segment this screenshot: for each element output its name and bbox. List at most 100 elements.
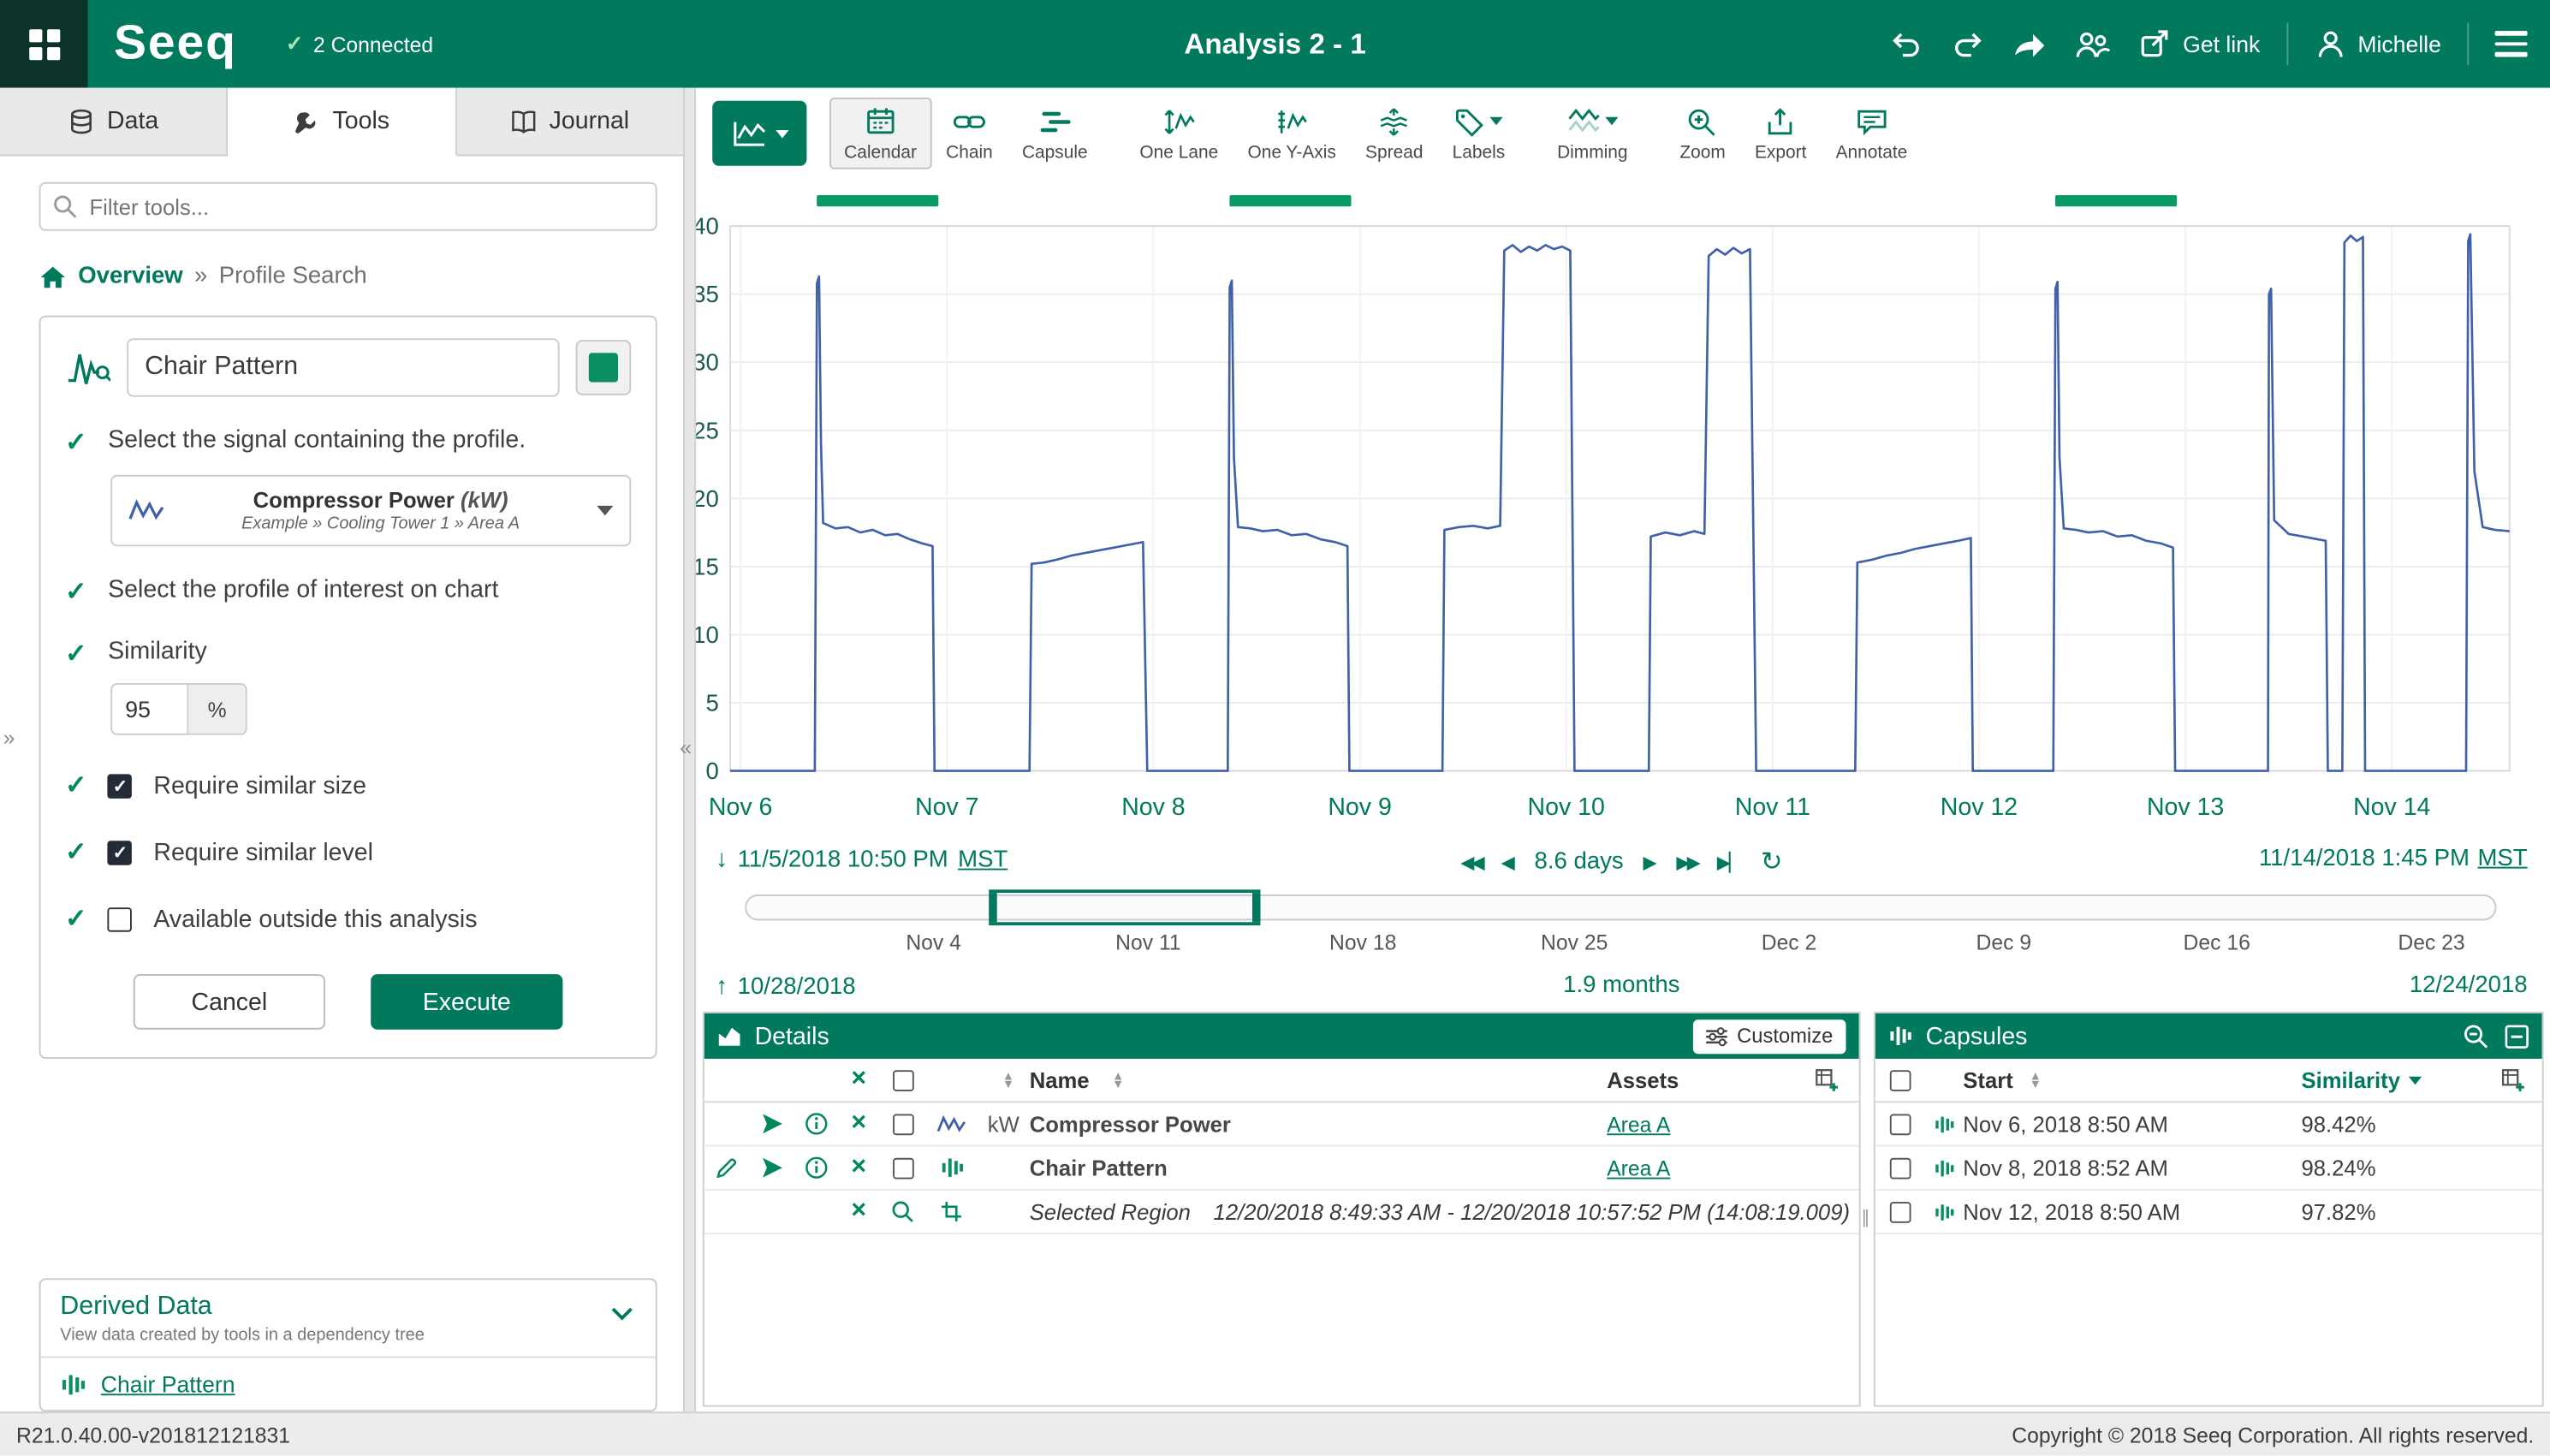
tab-journal[interactable]: Journal	[456, 88, 683, 155]
remove-icon[interactable]	[851, 1198, 866, 1224]
collaborators-button[interactable]	[2074, 27, 2113, 60]
investigate-start[interactable]: 10/28/2018	[738, 973, 856, 999]
add-column-icon[interactable]	[2500, 1067, 2525, 1092]
details-row-compressor-power[interactable]: kW Compressor Power Area A	[704, 1102, 1859, 1146]
assets-column-header[interactable]: Assets	[1607, 1067, 1679, 1092]
auto-update-icon[interactable]	[1761, 846, 1782, 878]
toolbar-capsule[interactable]: Capsule	[1008, 98, 1103, 169]
customize-button[interactable]: Customize	[1693, 1019, 1846, 1053]
filter-tools-input[interactable]	[39, 182, 657, 231]
remove-icon[interactable]	[851, 1111, 866, 1137]
name-column-header[interactable]: Name	[1030, 1067, 1090, 1092]
toolbar-calendar[interactable]: Calendar	[829, 98, 931, 169]
range-start-timezone[interactable]: MST	[958, 847, 1008, 872]
user-menu[interactable]: Michelle	[2314, 27, 2441, 60]
panel-resize-handle[interactable]	[1858, 1207, 1874, 1228]
breadcrumb-overview-link[interactable]: Overview	[78, 264, 183, 289]
redo-button[interactable]	[1950, 27, 1986, 60]
row-checkbox[interactable]	[892, 1114, 913, 1135]
sort-icon[interactable]	[1002, 1071, 1014, 1089]
execute-button[interactable]: Execute	[371, 974, 562, 1030]
apps-menu-button[interactable]	[0, 0, 88, 88]
zoom-to-region-icon[interactable]	[891, 1200, 914, 1223]
sort-icon[interactable]	[2030, 1071, 2042, 1089]
range-end-timezone[interactable]: MST	[2477, 846, 2527, 871]
similarity-input[interactable]	[110, 683, 188, 735]
similarity-column-header[interactable]: Similarity	[2302, 1067, 2400, 1092]
trend-chart[interactable]: 0510152025303540Nov 6Nov 7Nov 8Nov 9Nov …	[696, 186, 2543, 840]
tool-name-input[interactable]	[127, 338, 559, 396]
start-column-header[interactable]: Start	[1963, 1067, 2012, 1092]
row-checkbox[interactable]	[1889, 1157, 1911, 1179]
tab-data[interactable]: Data	[0, 88, 229, 155]
toolbar-spread[interactable]: Spread	[1351, 98, 1438, 169]
edit-icon[interactable]	[716, 1156, 739, 1180]
toolbar-dimming[interactable]: Dimming	[1542, 98, 1643, 169]
require-similar-size-checkbox[interactable]	[108, 773, 133, 798]
asset-link[interactable]: Area A	[1607, 1112, 1670, 1137]
scrubber-right-handle[interactable]	[1252, 893, 1261, 922]
toolbar-one-y-axis[interactable]: One Y-Axis	[1233, 98, 1351, 169]
add-column-icon[interactable]	[1814, 1067, 1839, 1092]
collapse-sidebar-icon[interactable]	[680, 735, 692, 760]
available-outside-checkbox[interactable]	[108, 906, 133, 931]
crop-icon[interactable]	[940, 1200, 963, 1223]
trend-chart-svg[interactable]: 0510152025303540Nov 6Nov 7Nov 8Nov 9Nov …	[696, 186, 2543, 840]
navigate-icon[interactable]	[761, 1156, 784, 1180]
details-row-selected-region[interactable]: Selected Region 12/20/2018 8:49:33 AM - …	[704, 1191, 1859, 1234]
color-picker-button[interactable]	[576, 340, 632, 395]
sort-icon[interactable]	[1112, 1071, 1124, 1089]
undo-button[interactable]	[1888, 27, 1924, 60]
step-forward-icon[interactable]	[1643, 852, 1656, 873]
row-checkbox[interactable]	[1889, 1114, 1911, 1135]
zoom-out-icon[interactable]	[2463, 1023, 2488, 1049]
range-end[interactable]: 11/14/2018 1:45 PM	[2259, 846, 2470, 871]
step-back-icon[interactable]	[1501, 852, 1515, 873]
row-checkbox[interactable]	[892, 1157, 913, 1179]
timeline-scrubber[interactable]: Nov 4 Nov 11 Nov 18 Nov 25 Dec 2 Dec 9 D…	[745, 894, 2496, 920]
home-icon[interactable]	[39, 264, 67, 289]
details-row-chair-pattern[interactable]: Chair Pattern Area A	[704, 1147, 1859, 1191]
hamburger-menu-button[interactable]	[2495, 32, 2528, 56]
derived-item-link[interactable]: Chair Pattern	[101, 1371, 235, 1397]
toolbar-zoom[interactable]: Zoom	[1665, 98, 1740, 169]
signal-select-dropdown[interactable]: Compressor Power (kW) Example » Cooling …	[110, 475, 631, 547]
step-to-end-icon[interactable]	[1717, 852, 1741, 873]
remove-icon[interactable]	[851, 1155, 866, 1180]
info-icon[interactable]	[805, 1113, 829, 1136]
toolbar-chain[interactable]: Chain	[931, 98, 1008, 169]
select-all-checkbox[interactable]	[892, 1069, 913, 1091]
get-link-button[interactable]: Get link	[2139, 27, 2260, 60]
range-start[interactable]: 11/5/2018 10:50 PM	[738, 847, 948, 872]
capsule-row[interactable]: Nov 12, 2018 8:50 AM 97.82%	[1875, 1191, 2542, 1234]
sidebar-splitter[interactable]	[683, 88, 696, 1412]
scrubber-selection[interactable]	[989, 889, 1260, 925]
capsule-row[interactable]: Nov 8, 2018 8:52 AM 98.24%	[1875, 1147, 2542, 1191]
info-icon[interactable]	[805, 1156, 829, 1180]
expand-panel-icon[interactable]	[3, 725, 15, 750]
collapse-panel-icon[interactable]	[2505, 1024, 2529, 1049]
toolbar-export[interactable]: Export	[1740, 98, 1822, 169]
derived-data-header[interactable]: Derived Data View data created by tools …	[41, 1280, 656, 1356]
scrubber-left-handle[interactable]	[989, 893, 997, 922]
step-forward-full-icon[interactable]	[1676, 852, 1697, 873]
select-all-checkbox[interactable]	[1889, 1069, 1911, 1091]
range-duration[interactable]: 8.6 days	[1535, 849, 1624, 875]
share-button[interactable]	[2012, 27, 2048, 60]
navigate-icon[interactable]	[761, 1113, 784, 1136]
cancel-button[interactable]: Cancel	[134, 974, 325, 1030]
item-name[interactable]: Chair Pattern	[1030, 1156, 1168, 1180]
toolbar-one-lane[interactable]: One Lane	[1125, 98, 1233, 169]
item-name[interactable]: Compressor Power	[1030, 1112, 1231, 1137]
require-similar-level-checkbox[interactable]	[108, 840, 133, 865]
trend-view-dropdown-button[interactable]	[712, 101, 806, 166]
step-back-full-icon[interactable]	[1460, 852, 1482, 873]
asset-link[interactable]: Area A	[1607, 1156, 1670, 1180]
toolbar-labels[interactable]: Labels	[1438, 98, 1520, 169]
connection-status[interactable]: 2 Connected	[286, 31, 433, 56]
capsule-row[interactable]: Nov 6, 2018 8:50 AM 98.42%	[1875, 1102, 2542, 1146]
investigate-duration[interactable]: 1.9 months	[1563, 972, 1679, 998]
row-checkbox[interactable]	[1889, 1201, 1911, 1222]
investigate-end[interactable]: 12/24/2018	[2410, 972, 2528, 998]
remove-all-icon[interactable]	[851, 1067, 866, 1092]
